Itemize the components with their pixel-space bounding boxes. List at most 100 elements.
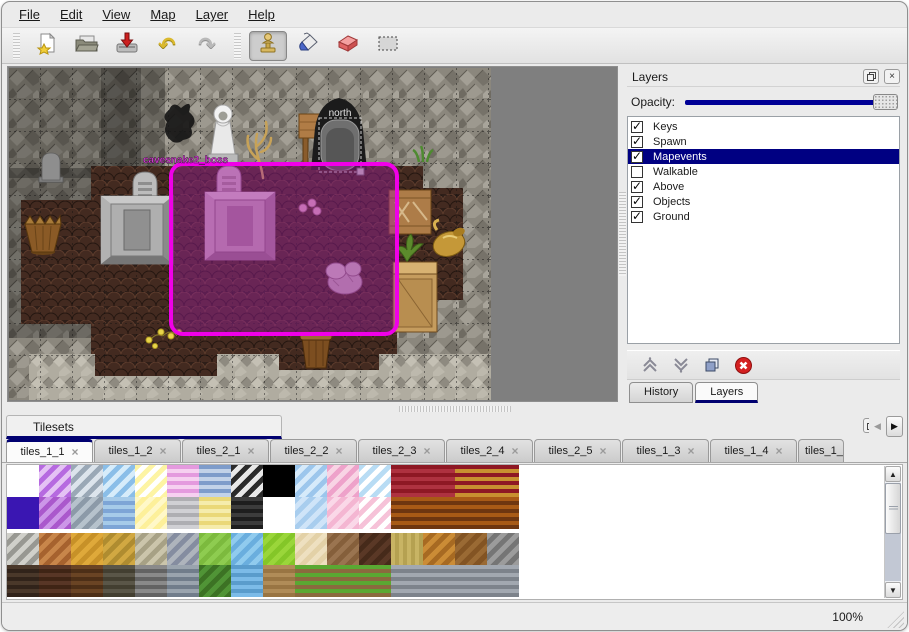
- tile-logs-gray[interactable]: [487, 533, 519, 565]
- tile-dirt-brown[interactable]: [327, 533, 359, 565]
- tile-wall-darkstone[interactable]: [103, 565, 135, 597]
- layer-visibility-checkbox[interactable]: [631, 166, 643, 178]
- tab-close-icon[interactable]: ×: [776, 445, 783, 457]
- tab-layers[interactable]: Layers: [695, 382, 758, 403]
- tile-grass-strip[interactable]: [327, 565, 359, 597]
- tile-black[interactable]: [263, 465, 295, 497]
- tile-blank[interactable]: [7, 465, 39, 497]
- menu-view[interactable]: View: [93, 4, 139, 25]
- tile-wood-dark[interactable]: [359, 533, 391, 565]
- delete-layer-button[interactable]: [732, 354, 754, 376]
- tile-grass-green[interactable]: [199, 533, 231, 565]
- tileset-tab-tiles_1_4[interactable]: tiles_1_4×: [710, 439, 797, 462]
- layer-row-mapevents[interactable]: ✓Mapevents: [628, 149, 899, 164]
- tile-grass-strip[interactable]: [295, 565, 327, 597]
- layer-row-ground[interactable]: ✓Ground: [628, 209, 899, 224]
- lower-layer-button[interactable]: [670, 354, 692, 376]
- stamp-tool-button[interactable]: [249, 31, 287, 61]
- tile-pebbles-beige[interactable]: [135, 533, 167, 565]
- tile-stripes-gray[interactable]: [167, 497, 199, 529]
- tile-water-light[interactable]: [103, 497, 135, 529]
- tile-hedge-green[interactable]: [199, 565, 231, 597]
- tile-curtain-pink[interactable]: [359, 497, 391, 529]
- vertical-splitter[interactable]: [618, 64, 627, 404]
- layer-row-keys[interactable]: ✓Keys: [628, 119, 899, 134]
- float-panel-button[interactable]: [863, 69, 879, 84]
- tile-sand-beige[interactable]: [295, 533, 327, 565]
- tile-wall-stone[interactable]: [455, 565, 487, 597]
- tab-scroll-right-button[interactable]: ▶: [886, 416, 903, 437]
- tile-curtain-blue[interactable]: [359, 465, 391, 497]
- scrollbar-track[interactable]: [885, 483, 901, 581]
- tab-close-icon[interactable]: ×: [72, 446, 79, 458]
- splitter-grip[interactable]: [619, 192, 626, 276]
- rect-select-tool-button[interactable]: [369, 31, 407, 61]
- opacity-slider-track[interactable]: [685, 100, 896, 105]
- map-selection[interactable]: [171, 164, 397, 334]
- tile-wall-stone[interactable]: [487, 565, 519, 597]
- tile-carpet-red-trim[interactable]: [487, 465, 519, 497]
- layer-visibility-checkbox[interactable]: ✓: [631, 196, 643, 208]
- scroll-down-button[interactable]: ▼: [885, 582, 901, 598]
- tile-tile-gold[interactable]: [71, 533, 103, 565]
- tile-carpet-orange[interactable]: [455, 497, 487, 529]
- menu-file[interactable]: File: [10, 4, 49, 25]
- undo-button[interactable]: ↶: [148, 31, 186, 61]
- tileset-tab-tiles_1_3[interactable]: tiles_1_3×: [622, 439, 709, 462]
- scroll-up-button[interactable]: ▲: [885, 466, 901, 482]
- tile-carpet-red[interactable]: [423, 465, 455, 497]
- tileset-tab-tiles_2_4[interactable]: tiles_2_4×: [446, 439, 533, 462]
- tilesets-panel-tab[interactable]: Tilesets: [6, 415, 282, 439]
- tile-stripes-pink[interactable]: [167, 465, 199, 497]
- tab-close-icon[interactable]: ×: [424, 445, 431, 457]
- layer-visibility-checkbox[interactable]: ✓: [631, 151, 643, 163]
- layer-row-walkable[interactable]: Walkable: [628, 164, 899, 179]
- redo-button[interactable]: ↷: [188, 31, 226, 61]
- tile-pane-blue[interactable]: [295, 497, 327, 529]
- tab-scroll-left-button[interactable]: ◀: [869, 416, 886, 437]
- tile-carpet-orange[interactable]: [487, 497, 519, 529]
- opacity-slider-handle[interactable]: [873, 94, 898, 110]
- tile-wall-redbrown[interactable]: [39, 565, 71, 597]
- tile-pebbles-gray[interactable]: [167, 533, 199, 565]
- tile-wicker[interactable]: [423, 533, 455, 565]
- layer-row-objects[interactable]: ✓Objects: [628, 194, 899, 209]
- tile-lattice[interactable]: [231, 465, 263, 497]
- tile-pane-pink[interactable]: [327, 497, 359, 529]
- palette-scrollbar[interactable]: ▲ ▼: [884, 466, 901, 598]
- tab-close-icon[interactable]: ×: [336, 445, 343, 457]
- tile-indigo[interactable]: [7, 497, 39, 529]
- opacity-slider[interactable]: [685, 94, 898, 110]
- tile-glass-lightblue[interactable]: [295, 465, 327, 497]
- tileset-tab-tiles_1_1[interactable]: tiles_1_1×: [6, 439, 93, 462]
- tab-close-icon[interactable]: ×: [512, 445, 519, 457]
- tile-wall-brown[interactable]: [71, 565, 103, 597]
- layer-visibility-checkbox[interactable]: ✓: [631, 136, 643, 148]
- layer-row-spawn[interactable]: ✓Spawn: [628, 134, 899, 149]
- tileset-tab-tiles_2_5[interactable]: tiles_2_5×: [534, 439, 621, 462]
- tile-planks-light[interactable]: [391, 533, 423, 565]
- tile-pale-yellow[interactable]: [135, 497, 167, 529]
- scrollbar-thumb[interactable]: [885, 483, 901, 534]
- tile-water-deep[interactable]: [231, 565, 263, 597]
- tile-glass-blue[interactable]: [103, 465, 135, 497]
- tile-stone-gold[interactable]: [103, 533, 135, 565]
- new-file-button[interactable]: [28, 31, 66, 61]
- tileset-tab-tiles_2_2[interactable]: tiles_2_2×: [270, 439, 357, 462]
- menu-map[interactable]: Map: [141, 4, 184, 25]
- menu-layer[interactable]: Layer: [187, 4, 238, 25]
- open-file-button[interactable]: [68, 31, 106, 61]
- tab-close-icon[interactable]: ×: [160, 445, 167, 457]
- tab-history[interactable]: History: [629, 382, 693, 403]
- tile-wall-stone[interactable]: [391, 565, 423, 597]
- tileset-tab-tiles_1_2[interactable]: tiles_1_2×: [94, 439, 181, 462]
- tile-wall-graystone[interactable]: [135, 565, 167, 597]
- tile-carpet-red[interactable]: [391, 465, 423, 497]
- tile-wall-stone[interactable]: [423, 565, 455, 597]
- resize-grip[interactable]: [883, 607, 904, 628]
- layer-visibility-checkbox[interactable]: ✓: [631, 211, 643, 223]
- tile-glass-purple-dark[interactable]: [39, 497, 71, 529]
- tile-bar-dark[interactable]: [231, 497, 263, 529]
- tile-grass-bright[interactable]: [263, 533, 295, 565]
- tileset-tab-tiles_1_[interactable]: tiles_1_×: [798, 439, 844, 462]
